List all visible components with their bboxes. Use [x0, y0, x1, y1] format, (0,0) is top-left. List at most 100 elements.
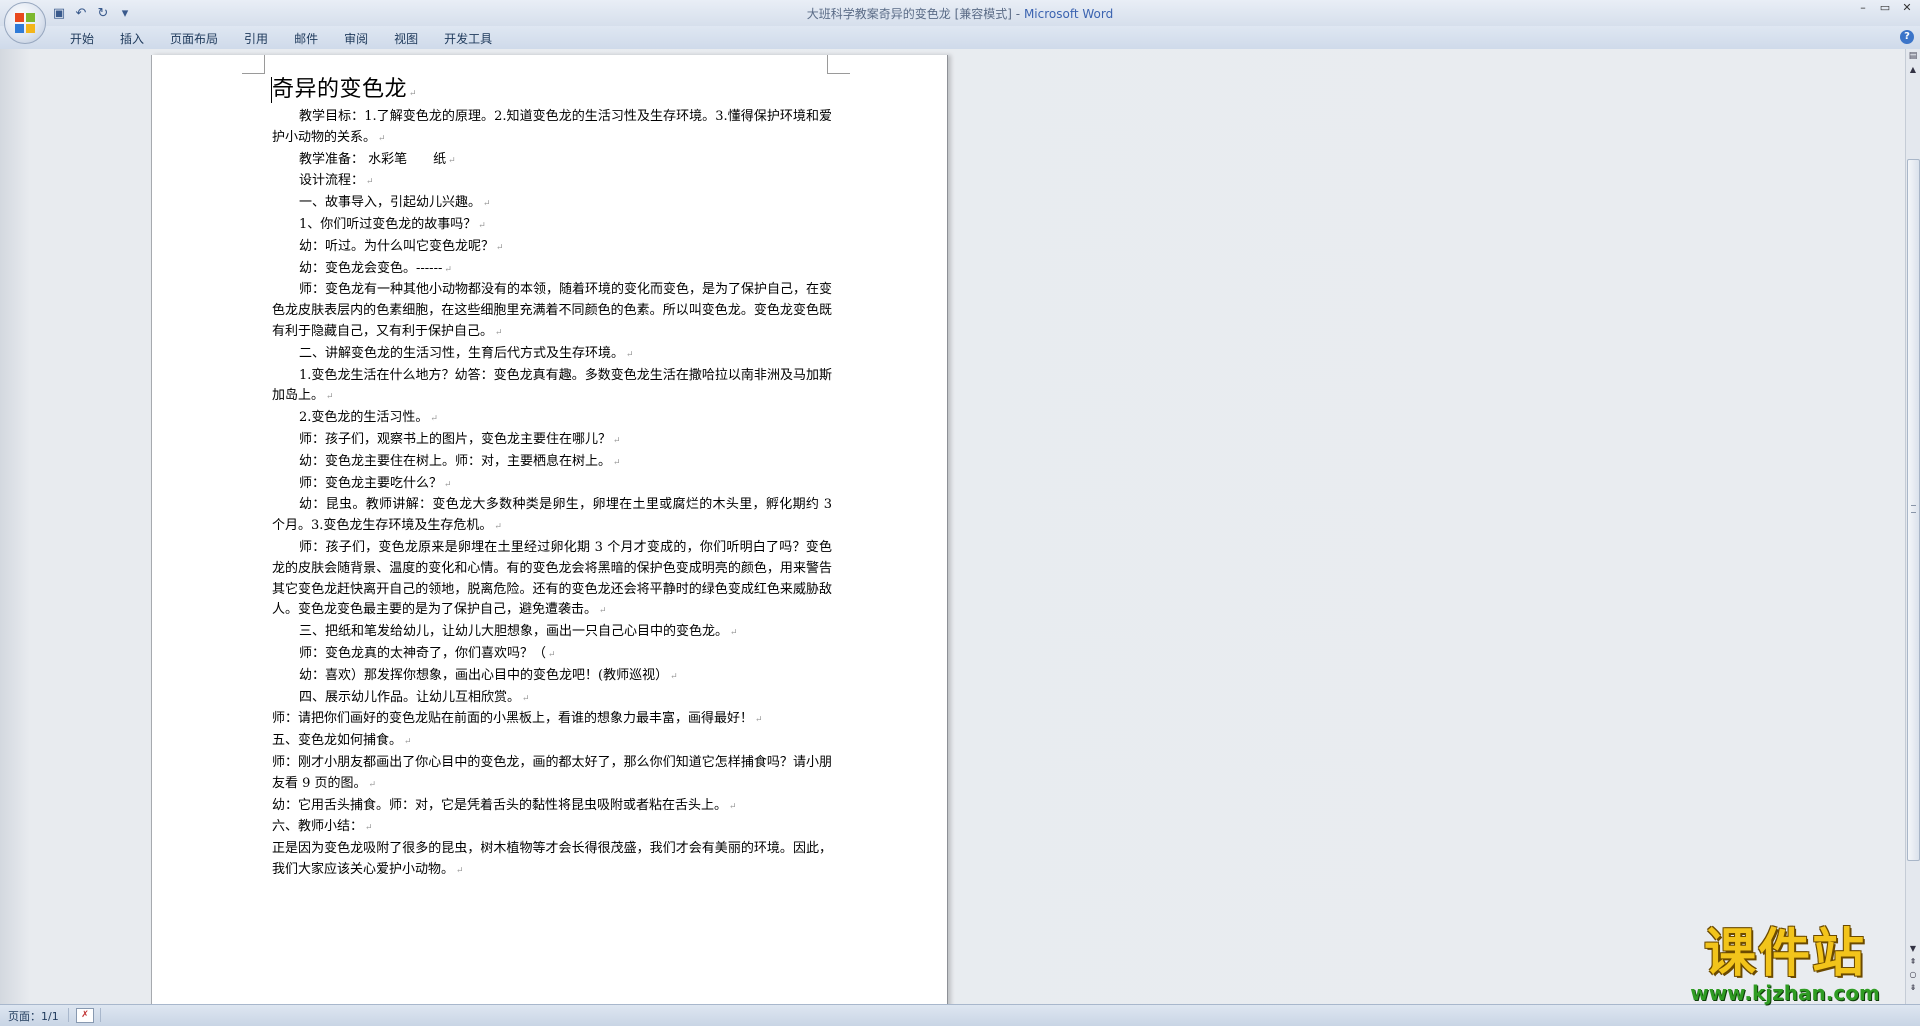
- next-page-icon[interactable]: ⇟: [1907, 981, 1919, 994]
- status-divider: [68, 1008, 69, 1022]
- document-paragraph: 四、展示幼儿作品。让幼儿互相欣赏。 ↵: [272, 688, 832, 710]
- document-paragraph: 师：变色龙有一种其他小动物都没有的本领，随着环境的变化而变色，是为了保护自己，在…: [272, 280, 832, 343]
- browse-controls: ▼ ⇞ ○ ⇟: [1907, 942, 1919, 994]
- paragraph-text: 1.变色龙生活在什么地方？幼答：变色龙真有趣。多数变色龙生活在撒哈拉以南非洲及马…: [272, 367, 832, 404]
- paragraph-text: 幼：听过。为什么叫它变色龙呢？: [299, 238, 495, 254]
- paragraph-text: 幼：变色龙主要住在树上。师：对，主要栖息在树上。: [299, 453, 612, 469]
- previous-page-icon[interactable]: ⇞: [1907, 955, 1919, 968]
- paragraph-text: 师：变色龙主要吃什么？: [299, 475, 443, 491]
- margin-corner-right: [827, 55, 850, 74]
- document-paragraph: 师：孩子们，观察书上的图片，变色龙主要住在哪儿？ ↵: [272, 430, 832, 452]
- document-paragraph: 教学准备： 水彩笔 纸 ↵: [272, 150, 832, 172]
- scroll-down-icon[interactable]: ▼: [1907, 942, 1919, 955]
- paragraph-mark: ↵: [670, 671, 678, 682]
- paragraph-text: 2.变色龙的生活习性。: [299, 410, 429, 426]
- tab-insert[interactable]: 插入: [108, 29, 156, 48]
- document-heading-text: 奇异的变色龙: [272, 77, 408, 102]
- document-paragraph: 六、教师小结： ↵: [272, 817, 832, 839]
- document-title: 大班科学教案奇异的变色龙 [兼容模式]: [806, 7, 1012, 21]
- restore-icon[interactable]: ▭: [1874, 1, 1896, 17]
- tab-references[interactable]: 引用: [232, 29, 280, 48]
- paragraph-mark: ↵: [613, 457, 621, 468]
- paragraph-text: 师：孩子们，变色龙原来是卵埋在土里经过卵化期 3 个月才变成的，你们听明白了吗？…: [272, 539, 832, 618]
- paragraph-mark: ↵: [378, 133, 386, 144]
- paragraph-mark: ↵: [368, 779, 377, 790]
- paragraph-mark: ↵: [483, 199, 491, 210]
- document-paragraph: 幼：它用舌头捕食。师：对，它是凭着舌头的黏性将昆虫吸附或者粘在舌头上。 ↵: [272, 796, 832, 818]
- status-bar: 页面：1/1 ✗: [0, 1004, 1920, 1026]
- paragraph-text: 幼：喜欢）那发挥你想象，画出心目中的变色龙吧！(教师巡视）: [299, 667, 669, 683]
- paragraph-text: 六、教师小结：: [272, 819, 364, 835]
- app-name: Microsoft Word: [1023, 7, 1114, 21]
- paragraph-mark: ↵: [548, 649, 556, 660]
- paragraph-list: 教学目标：1.了解变色龙的原理。2.知道变色龙的生活习性及生存环境。3.懂得保护…: [272, 107, 832, 882]
- paragraph-mark: ↵: [444, 479, 452, 490]
- margin-corner-left: [242, 55, 265, 74]
- paragraph-mark: ↵: [448, 155, 456, 166]
- window-title: 大班科学教案奇异的变色龙 [兼容模式] - Microsoft Word: [0, 5, 1920, 22]
- paragraph-mark: ↵: [430, 414, 438, 425]
- document-heading: 奇异的变色龙 ↵: [272, 73, 832, 107]
- document-paragraph: 师：请把你们画好的变色龙贴在前面的小黑板上，看谁的想象力最丰富，画得最好！ ↵: [272, 709, 832, 731]
- paragraph-mark: ↵: [496, 242, 504, 253]
- document-paragraph: 师：变色龙主要吃什么？ ↵: [272, 474, 832, 496]
- document-paragraph: 五、变色龙如何捕食。 ↵: [272, 731, 832, 753]
- document-paragraph: 幼：变色龙主要住在树上。师：对，主要栖息在树上。 ↵: [272, 452, 832, 474]
- ruler-toggle-icon[interactable]: ▤: [1907, 51, 1919, 63]
- title-bar: ▣ ↶ ↻ ▾ 大班科学教案奇异的变色龙 [兼容模式] - Microsoft …: [0, 0, 1920, 44]
- document-paragraph: 1.变色龙生活在什么地方？幼答：变色龙真有趣。多数变色龙生活在撒哈拉以南非洲及马…: [272, 366, 832, 409]
- document-paragraph: 幼：喜欢）那发挥你想象，画出心目中的变色龙吧！(教师巡视） ↵: [272, 666, 832, 688]
- watermark-logo: 课件站 www.kjzhan.com: [1670, 926, 1900, 1004]
- document-workspace: 奇异的变色龙 ↵ 教学目标：1.了解变色龙的原理。2.知道变色龙的生活习性及生存环…: [0, 49, 1906, 1004]
- paragraph-text: 师：刚才小朋友都画出了你心目中的变色龙，画的都太好了，那么你们知道它怎样捕食吗？…: [272, 754, 832, 791]
- document-paragraph: 1、你们听过变色龙的故事吗？ ↵: [272, 215, 832, 237]
- paragraph-text: 师：变色龙有一种其他小动物都没有的本领，随着环境的变化而变色，是为了保护自己，在…: [272, 282, 833, 339]
- tab-review[interactable]: 审阅: [332, 29, 380, 48]
- document-paragraph: 幼：听过。为什么叫它变色龙呢？ ↵: [272, 237, 832, 259]
- document-body[interactable]: 奇异的变色龙 ↵ 教学目标：1.了解变色龙的原理。2.知道变色龙的生活习性及生存环…: [271, 73, 832, 882]
- help-icon[interactable]: ?: [1900, 30, 1914, 44]
- tab-home[interactable]: 开始: [58, 29, 106, 48]
- document-paragraph: 幼：昆虫。教师讲解：变色龙大多数种类是卵生，卵埋在土里或腐烂的木头里，孵化期约 …: [272, 495, 832, 538]
- paragraph-mark: ↵: [522, 693, 530, 704]
- paragraph-mark: ↵: [599, 606, 607, 617]
- tab-mailings[interactable]: 邮件: [282, 29, 330, 48]
- scroll-thumb[interactable]: [1907, 159, 1920, 861]
- paragraph-mark: ↵: [404, 737, 412, 748]
- paragraph-text: 幼：昆虫。教师讲解：变色龙大多数种类是卵生，卵埋在土里或腐烂的木头里，孵化期约 …: [272, 497, 832, 534]
- vertical-scrollbar[interactable]: ▤ ▲ ▼ ⇞ ○ ⇟: [1905, 49, 1920, 1004]
- tab-developer[interactable]: 开发工具: [432, 29, 504, 48]
- document-page[interactable]: 奇异的变色龙 ↵ 教学目标：1.了解变色龙的原理。2.知道变色龙的生活习性及生存环…: [151, 55, 948, 1004]
- paragraph-text: 正是因为变色龙吸附了很多的昆虫，树木植物等才会长得很茂盛，我们才会有美丽的环境。…: [272, 841, 832, 877]
- document-paragraph: 一、故事导入，引起幼儿兴趣。 ↵: [272, 193, 832, 215]
- watermark-url: www.kjzhan.com: [1690, 981, 1880, 1005]
- paragraph-text: 教学目标：1.了解变色龙的原理。2.知道变色龙的生活习性及生存环境。3.懂得保护…: [272, 109, 832, 145]
- document-paragraph: 教学目标：1.了解变色龙的原理。2.知道变色龙的生活习性及生存环境。3.懂得保护…: [272, 107, 832, 150]
- close-icon[interactable]: ✕: [1896, 1, 1918, 17]
- scroll-up-icon[interactable]: ▲: [1907, 65, 1919, 77]
- office-button[interactable]: [4, 2, 46, 44]
- tab-page-layout[interactable]: 页面布局: [158, 29, 230, 48]
- proofing-icon[interactable]: ✗: [76, 1008, 94, 1023]
- watermark-title: 课件站: [1703, 924, 1866, 984]
- paragraph-text: 设计流程：: [299, 173, 365, 189]
- window-controls: – ▭ ✕: [1852, 1, 1918, 17]
- tab-view[interactable]: 视图: [382, 29, 430, 48]
- paragraph-mark: ↵: [366, 177, 374, 188]
- paragraph-mark: ↵: [326, 392, 334, 403]
- text-cursor: [271, 77, 272, 103]
- minimize-icon[interactable]: –: [1852, 1, 1874, 17]
- paragraph-text: 二、讲解变色龙的生活习性，生育后代方式及生存环境。: [299, 345, 625, 361]
- paragraph-mark: ↵: [444, 264, 452, 275]
- paragraph-mark: ↵: [729, 801, 737, 812]
- browse-object-icon[interactable]: ○: [1907, 968, 1919, 981]
- document-paragraph: 师：刚才小朋友都画出了你心目中的变色龙，画的都太好了，那么你们知道它怎样捕食吗？…: [272, 753, 832, 796]
- paragraph-mark: ↵: [365, 823, 373, 834]
- paragraph-mark: ↵: [478, 220, 486, 231]
- paragraph-text: 五、变色龙如何捕食。: [272, 733, 403, 749]
- page-count-status[interactable]: 页面：1/1: [8, 1008, 59, 1024]
- paragraph-mark: ↵: [730, 628, 738, 639]
- scroll-grip: [1911, 505, 1916, 513]
- paragraph-text: 师：请把你们画好的变色龙贴在前面的小黑板上，看谁的想象力最丰富，画得最好！: [272, 711, 754, 727]
- document-paragraph: 2.变色龙的生活习性。 ↵: [272, 408, 832, 430]
